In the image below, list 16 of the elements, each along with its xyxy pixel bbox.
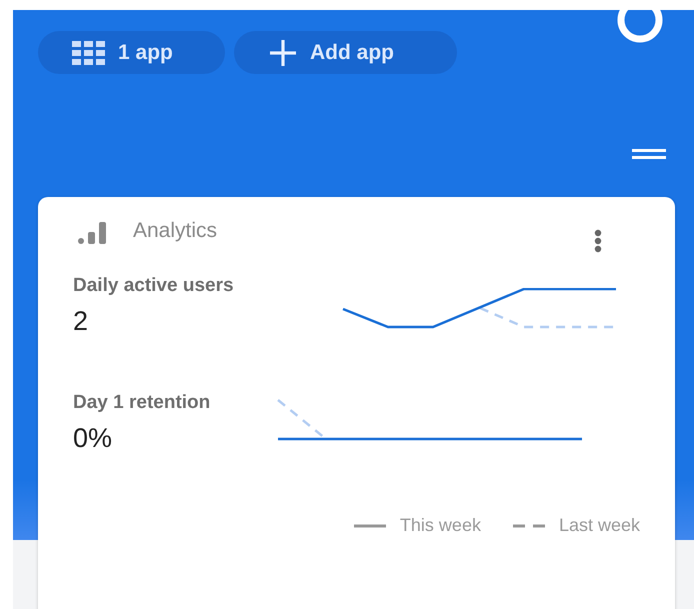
grid-icon	[72, 40, 106, 64]
card-title: Analytics	[133, 219, 218, 243]
metric-label: Daily active users	[73, 275, 235, 297]
legend-label: Last week	[558, 515, 640, 536]
menu-icon[interactable]	[632, 149, 666, 159]
add-app-button[interactable]: Add app	[234, 31, 457, 74]
bar-chart-icon	[78, 222, 109, 244]
metric-label: Day 1 retention	[73, 392, 212, 414]
apps-button[interactable]: 1 app	[38, 31, 225, 74]
plus-icon	[268, 38, 298, 68]
legend-label: This week	[400, 515, 481, 536]
metric-value: 0%	[73, 423, 114, 454]
dashed-line-icon	[512, 524, 545, 528]
metric-value: 2	[73, 306, 90, 337]
more-icon[interactable]	[594, 229, 602, 253]
solid-line-icon	[354, 524, 386, 528]
